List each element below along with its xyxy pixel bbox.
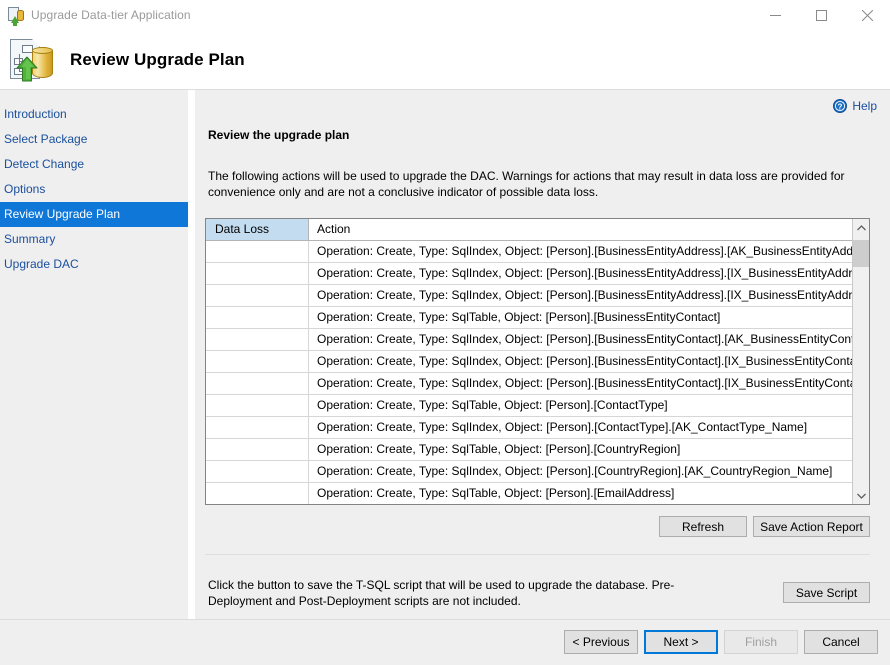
table-row[interactable]: Operation: Create, Type: SqlTable, Objec… <box>206 483 852 504</box>
cell-data-loss <box>206 263 309 284</box>
minimize-icon[interactable] <box>752 0 798 30</box>
cell-data-loss <box>206 483 309 504</box>
cell-data-loss <box>206 395 309 416</box>
help-icon: ? <box>833 99 847 113</box>
table-row[interactable]: Operation: Create, Type: SqlIndex, Objec… <box>206 263 852 285</box>
help-label: Help <box>852 99 877 113</box>
sidebar-item-upgrade-dac[interactable]: Upgrade DAC <box>0 252 188 277</box>
scrollbar-thumb[interactable] <box>853 240 869 267</box>
main-content-panel: ? Help Review the upgrade plan The follo… <box>195 89 890 619</box>
section-description: The following actions will be used to up… <box>208 168 868 200</box>
table-row[interactable]: Operation: Create, Type: SqlTable, Objec… <box>206 395 852 417</box>
page-title: Review Upgrade Plan <box>70 50 245 70</box>
cell-action: Operation: Create, Type: SqlTable, Objec… <box>309 439 852 460</box>
cell-action: Operation: Create, Type: SqlIndex, Objec… <box>309 263 852 284</box>
cell-action: Operation: Create, Type: SqlIndex, Objec… <box>309 285 852 306</box>
cell-action: Operation: Create, Type: SqlIndex, Objec… <box>309 329 852 350</box>
scroll-up-icon[interactable] <box>853 219 869 236</box>
refresh-button[interactable]: Refresh <box>659 516 747 537</box>
cell-action: Operation: Create, Type: SqlIndex, Objec… <box>309 373 852 394</box>
finish-button: Finish <box>724 630 798 654</box>
table-row[interactable]: Operation: Create, Type: SqlTable, Objec… <box>206 439 852 461</box>
window-controls <box>752 0 890 30</box>
table-row[interactable]: Operation: Create, Type: SqlIndex, Objec… <box>206 417 852 439</box>
cell-data-loss <box>206 351 309 372</box>
cell-action: Operation: Create, Type: SqlTable, Objec… <box>309 483 852 504</box>
cell-data-loss <box>206 373 309 394</box>
cell-data-loss <box>206 439 309 460</box>
upgrade-data-tier-application-window: Upgrade Data-tier Application <box>0 0 890 665</box>
sidebar-item-summary[interactable]: Summary <box>0 227 188 252</box>
sidebar-content-divider <box>188 89 195 619</box>
previous-button[interactable]: < Previous <box>564 630 638 654</box>
cell-action: Operation: Create, Type: SqlIndex, Objec… <box>309 417 852 438</box>
grid-vertical-scrollbar[interactable] <box>852 219 869 504</box>
cell-data-loss <box>206 307 309 328</box>
wizard-footer: < Previous Next > Finish Cancel <box>0 619 890 665</box>
next-button[interactable]: Next > <box>644 630 718 654</box>
dac-upgrade-icon <box>8 7 24 23</box>
window-title: Upgrade Data-tier Application <box>31 8 191 22</box>
svg-text:?: ? <box>838 102 843 111</box>
cell-data-loss <box>206 241 309 262</box>
help-link[interactable]: ? Help <box>833 99 877 113</box>
grid-header-row: Data Loss Action <box>206 219 852 241</box>
sidebar-item-detect-change[interactable]: Detect Change <box>0 152 188 177</box>
cell-action: Operation: Create, Type: SqlTable, Objec… <box>309 307 852 328</box>
save-script-button[interactable]: Save Script <box>783 582 870 603</box>
sidebar-item-introduction[interactable]: Introduction <box>0 102 188 127</box>
cell-data-loss <box>206 285 309 306</box>
table-row[interactable]: Operation: Create, Type: SqlTable, Objec… <box>206 307 852 329</box>
table-row[interactable]: Operation: Create, Type: SqlIndex, Objec… <box>206 351 852 373</box>
table-row[interactable]: Operation: Create, Type: SqlIndex, Objec… <box>206 241 852 263</box>
cell-action: Operation: Create, Type: SqlIndex, Objec… <box>309 351 852 372</box>
cell-data-loss <box>206 417 309 438</box>
close-icon[interactable] <box>844 0 890 30</box>
table-row[interactable]: Operation: Create, Type: SqlIndex, Objec… <box>206 461 852 483</box>
dac-upgrade-banner-icon <box>8 37 54 83</box>
script-description: Click the button to save the T-SQL scrip… <box>208 577 728 609</box>
cell-data-loss <box>206 461 309 482</box>
cell-action: Operation: Create, Type: SqlTable, Objec… <box>309 395 852 416</box>
cell-data-loss <box>206 329 309 350</box>
maximize-icon[interactable] <box>798 0 844 30</box>
column-header-data-loss[interactable]: Data Loss <box>206 219 309 240</box>
save-action-report-button[interactable]: Save Action Report <box>753 516 870 537</box>
column-header-action[interactable]: Action <box>309 219 852 240</box>
scroll-down-icon[interactable] <box>853 487 869 504</box>
grid-body: Data Loss Action Operation: Create, Type… <box>206 219 852 504</box>
table-row[interactable]: Operation: Create, Type: SqlIndex, Objec… <box>206 329 852 351</box>
script-section-divider <box>205 554 870 555</box>
cell-action: Operation: Create, Type: SqlIndex, Objec… <box>309 461 852 482</box>
table-row[interactable]: Operation: Create, Type: SqlIndex, Objec… <box>206 373 852 395</box>
title-bar: Upgrade Data-tier Application <box>0 0 890 30</box>
cancel-button[interactable]: Cancel <box>804 630 878 654</box>
sidebar-item-select-package[interactable]: Select Package <box>0 127 188 152</box>
section-title: Review the upgrade plan <box>208 128 349 142</box>
wizard-steps-sidebar: Introduction Select Package Detect Chang… <box>0 89 188 619</box>
table-row[interactable]: Operation: Create, Type: SqlIndex, Objec… <box>206 285 852 307</box>
cell-action: Operation: Create, Type: SqlIndex, Objec… <box>309 241 852 262</box>
sidebar-item-review-upgrade-plan[interactable]: Review Upgrade Plan <box>0 202 188 227</box>
page-header: Review Upgrade Plan <box>0 30 890 89</box>
sidebar-item-options[interactable]: Options <box>0 177 188 202</box>
upgrade-actions-grid[interactable]: Data Loss Action Operation: Create, Type… <box>205 218 870 505</box>
